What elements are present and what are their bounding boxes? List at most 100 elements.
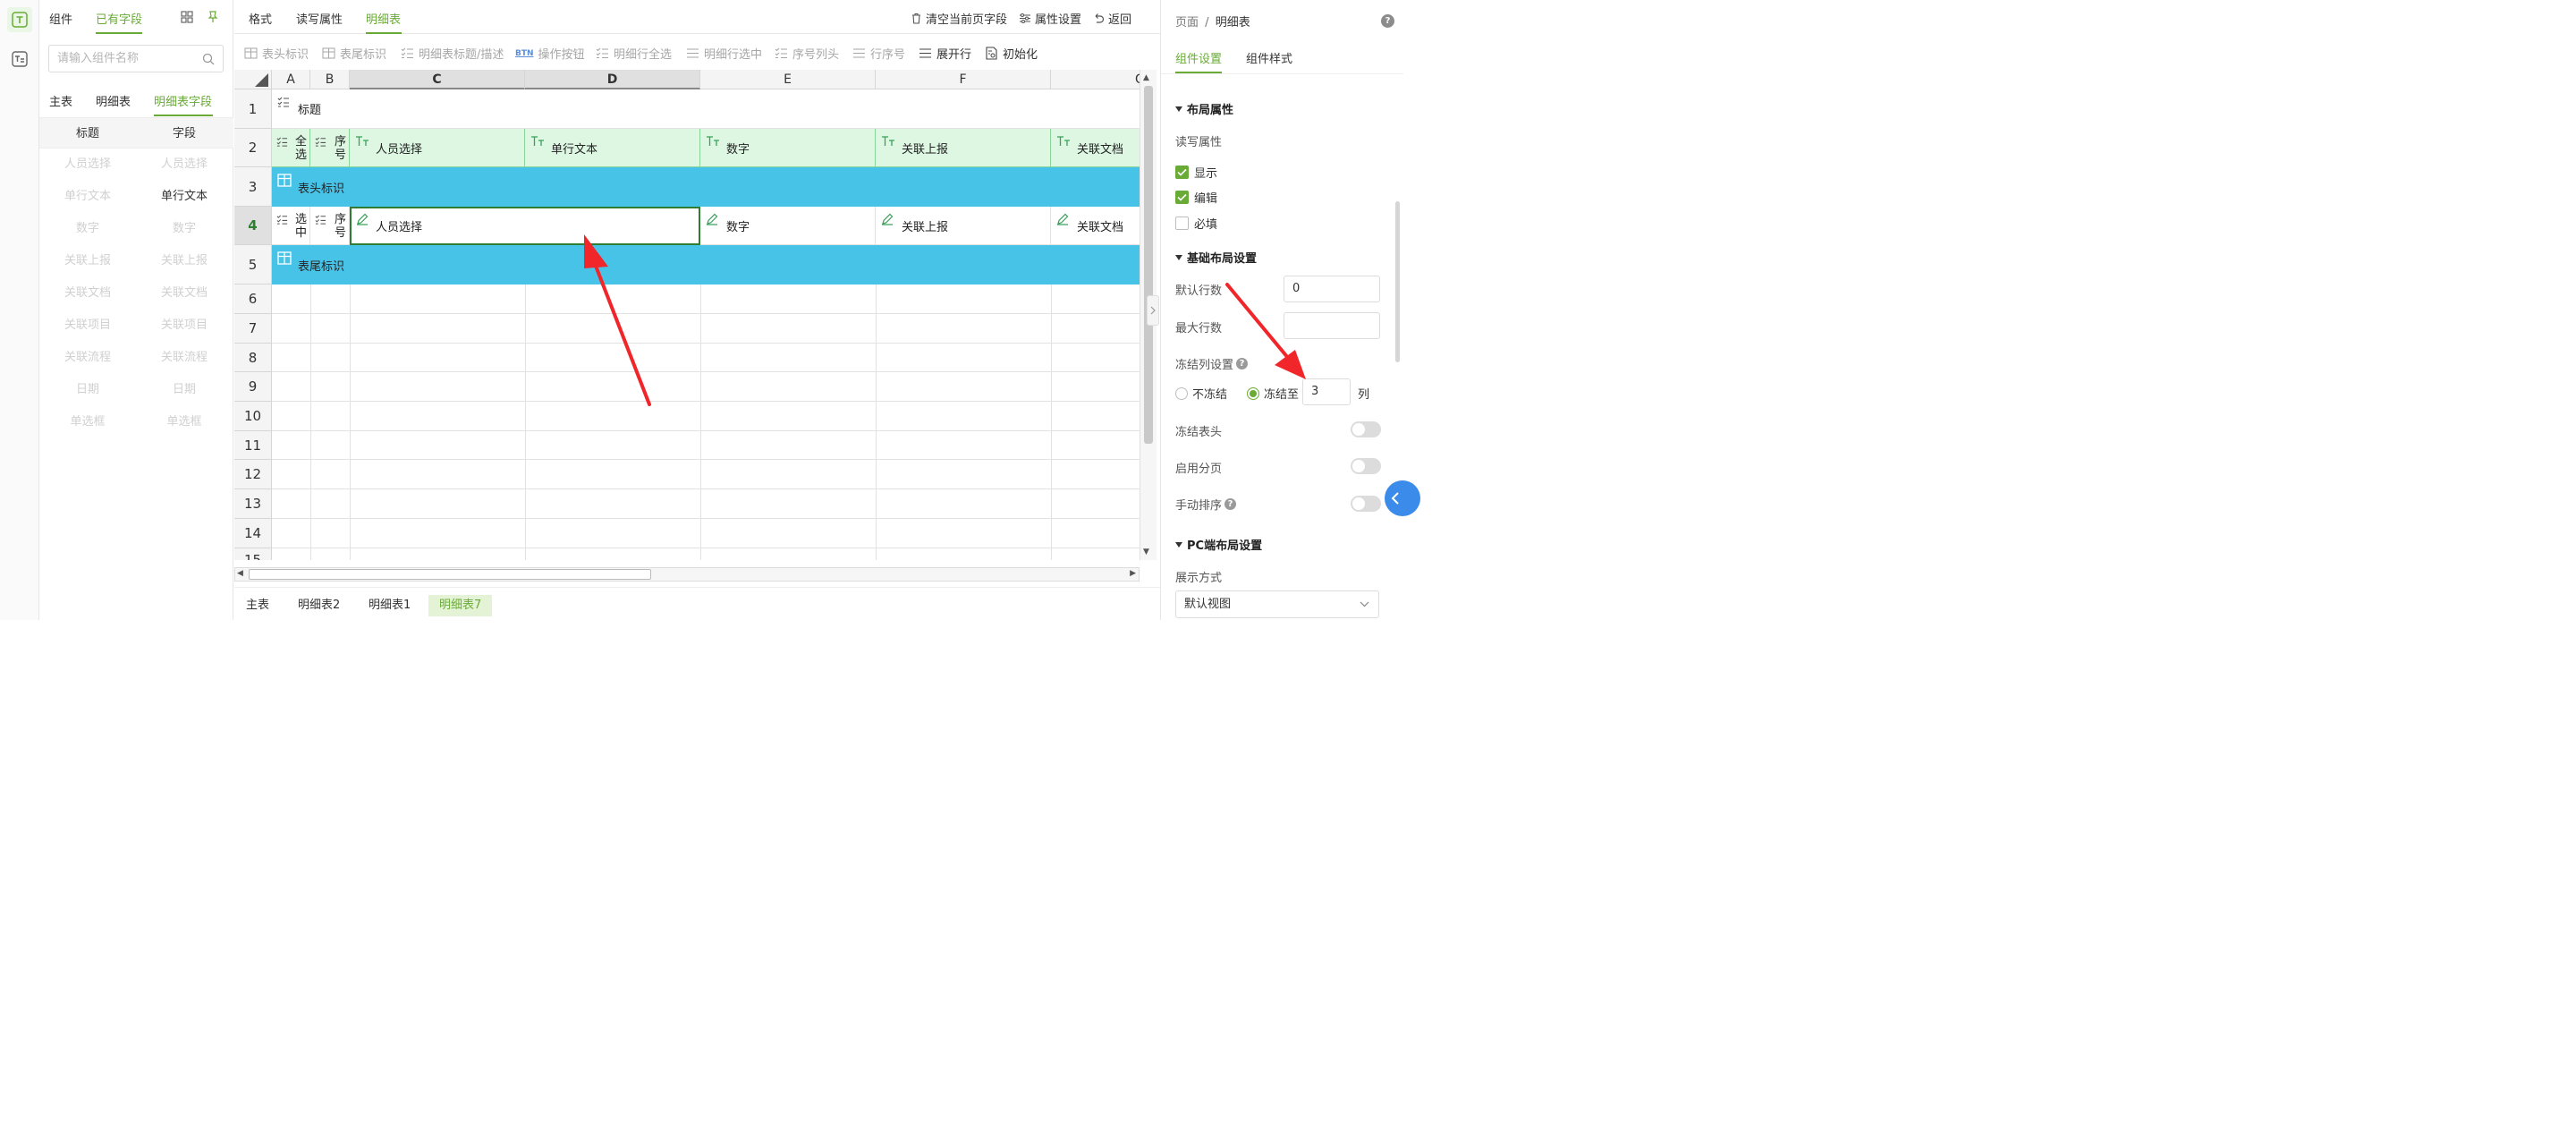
radio-freeze-to[interactable]: 冻结至 (1247, 385, 1299, 402)
field-row[interactable]: 关联流程 关联流程 (39, 342, 233, 374)
toolbar-row-seq[interactable]: 行序号 (852, 45, 905, 62)
scroll-up-arrow-icon[interactable]: ▲ (1143, 73, 1149, 82)
row-header[interactable]: 2 (234, 129, 272, 167)
merged-selected-cell[interactable]: 人员选择 (350, 207, 700, 245)
sheet-tab-detail1[interactable]: 明细表1 (358, 595, 421, 616)
row-header[interactable]: 13 (234, 489, 272, 519)
field-row[interactable]: 关联上报 关联上报 (39, 245, 233, 277)
default-rows-input[interactable]: 0 (1284, 276, 1380, 302)
subtab-main[interactable]: 主表 (49, 92, 72, 109)
row-header[interactable]: 7 (234, 314, 272, 344)
checkbox-edit[interactable]: 编辑 (1175, 189, 1217, 206)
search-input[interactable] (57, 46, 200, 72)
layout-section-header[interactable]: 布局属性 (1175, 100, 1233, 117)
data-cell[interactable]: 数字 (700, 207, 876, 245)
component-panel-icon[interactable] (7, 7, 32, 32)
row-header[interactable]: 6 (234, 284, 272, 314)
toolbar-expand-row[interactable]: 展开行 (919, 45, 971, 62)
toolbar-seq-header[interactable]: 序号列头 (775, 45, 839, 62)
row-header[interactable]: 5 (234, 245, 272, 284)
field-header-cell[interactable]: 关联文档 (1051, 129, 1140, 167)
freeze-header-toggle[interactable] (1351, 421, 1381, 437)
row-header[interactable]: 15 (234, 548, 272, 560)
toolbar-initialize[interactable]: 初始化 (985, 45, 1038, 62)
column-header-b[interactable]: B (310, 70, 350, 89)
row-header[interactable]: 8 (234, 344, 272, 372)
radio-no-freeze[interactable]: 不冻结 (1175, 385, 1227, 402)
column-header-a[interactable]: A (272, 70, 310, 89)
data-cell[interactable]: 关联文档 (1051, 207, 1140, 245)
footer-mark-band[interactable]: 表尾标识 (272, 245, 1140, 284)
grid-horizontal-scrollbar[interactable]: ◀ ▶ (234, 567, 1140, 582)
sheet-tab-main[interactable]: 主表 (235, 595, 280, 616)
data-cell[interactable]: 关联上报 (876, 207, 1051, 245)
question-icon[interactable]: ? (1224, 498, 1237, 510)
grid-view-icon[interactable] (181, 11, 193, 27)
paging-toggle[interactable] (1351, 458, 1381, 474)
toolbar-footer-mark[interactable]: 表尾标识 (322, 45, 386, 62)
field-row[interactable]: 单行文本 单行文本 (39, 181, 233, 213)
clear-fields-button[interactable]: 清空当前页字段 (911, 10, 1007, 27)
scroll-right-arrow-icon[interactable]: ▶ (1130, 569, 1136, 578)
back-button[interactable]: 返回 (1093, 10, 1131, 27)
title-cell[interactable]: 标题 (272, 89, 1140, 129)
attr-settings-button[interactable]: 属性设置 (1019, 10, 1081, 27)
column-header-d[interactable]: D (525, 70, 700, 89)
seq-header-cell[interactable]: 序号 (310, 129, 350, 167)
toolbar-header-mark[interactable]: 表头标识 (244, 45, 309, 62)
header-mark-band[interactable]: 表头标识 (272, 167, 1140, 207)
field-row[interactable]: 人员选择 人员选择 (39, 149, 233, 181)
subtab-detail-fields[interactable]: 明细表字段 (154, 92, 212, 109)
scroll-thumb[interactable] (1144, 86, 1153, 444)
grid-corner[interactable] (234, 70, 272, 89)
row-header[interactable]: 1 (234, 89, 272, 129)
row-header[interactable]: 12 (234, 460, 272, 489)
field-header-cell[interactable]: 单行文本 (525, 129, 700, 167)
field-row[interactable]: 数字 数字 (39, 213, 233, 245)
row-checked-cell[interactable]: 选中 (272, 207, 310, 245)
floating-assist-button[interactable] (1385, 480, 1420, 516)
scroll-thumb[interactable] (249, 569, 651, 580)
breadcrumb-root[interactable]: 页面 (1175, 16, 1199, 30)
field-header-cell[interactable]: 关联上报 (876, 129, 1051, 167)
tab-component-settings[interactable]: 组件设置 (1175, 49, 1222, 66)
toolbar-title-desc[interactable]: 明细表标题/描述 (401, 45, 504, 62)
max-rows-input[interactable] (1284, 312, 1380, 339)
toolbar-action-buttons[interactable]: BTN 操作按钮 (515, 45, 585, 62)
select-all-cell[interactable]: 全选 (272, 129, 310, 167)
basic-section-header[interactable]: 基础布局设置 (1175, 249, 1257, 266)
scroll-left-arrow-icon[interactable]: ◀ (237, 569, 243, 578)
toolbar-select-all[interactable]: 明细行全选 (596, 45, 672, 62)
pin-icon[interactable] (207, 11, 219, 27)
column-header-f[interactable]: F (876, 70, 1051, 89)
sheet-tab-detail7[interactable]: 明细表7 (428, 595, 493, 616)
manual-sort-toggle[interactable] (1351, 496, 1381, 512)
field-row[interactable]: 关联文档 关联文档 (39, 277, 233, 310)
freeze-col-count-input[interactable]: 3 (1302, 378, 1351, 405)
scroll-down-arrow-icon[interactable]: ▼ (1143, 548, 1149, 556)
tab-existing-fields[interactable]: 已有字段 (96, 10, 142, 27)
checkbox-required[interactable]: 必填 (1175, 215, 1217, 232)
pc-section-header[interactable]: PC端布局设置 (1175, 536, 1262, 553)
checkbox-show[interactable]: 显示 (1175, 164, 1217, 181)
column-header-g[interactable]: G (1051, 70, 1140, 89)
field-row[interactable]: 日期 日期 (39, 374, 233, 406)
row-header[interactable]: 3 (234, 167, 272, 207)
right-panel-scrollbar[interactable] (1395, 201, 1400, 362)
field-header-cell[interactable]: 数字 (700, 129, 876, 167)
tab-components[interactable]: 组件 (49, 10, 72, 27)
display-mode-select[interactable]: 默认视图 (1175, 590, 1379, 618)
search-icon[interactable] (202, 53, 215, 69)
tab-rw-attrs[interactable]: 读写属性 (296, 10, 343, 27)
field-row[interactable]: 单选框 单选框 (39, 406, 233, 438)
help-icon[interactable]: ? (1381, 14, 1394, 28)
tab-format[interactable]: 格式 (249, 10, 272, 27)
row-header[interactable]: 11 (234, 431, 272, 460)
toolbar-row-checked[interactable]: 明细行选中 (686, 45, 762, 62)
column-header-c[interactable]: C (350, 70, 525, 89)
row-seq-cell[interactable]: 序号 (310, 207, 350, 245)
sheet-tab-detail2[interactable]: 明细表2 (287, 595, 351, 616)
question-icon[interactable]: ? (1236, 358, 1249, 369)
row-header-selected[interactable]: 4 (234, 207, 272, 245)
tab-detail-table[interactable]: 明细表 (366, 10, 401, 27)
